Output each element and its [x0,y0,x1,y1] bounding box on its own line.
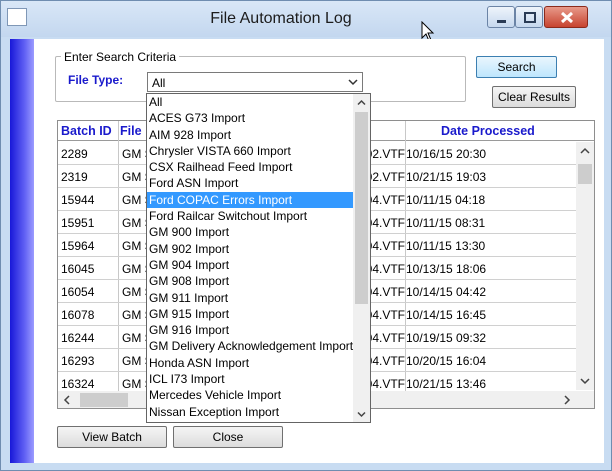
cell-batch-id: 16293 [61,354,95,368]
cell-batch-id: 16054 [61,285,95,299]
cell-date-processed: 10/14/15 16:45 [406,308,487,322]
cell-batch-id: 15951 [61,216,95,230]
dropdown-option[interactable]: All [147,94,353,110]
dropdown-option[interactable]: GM 915 Import [147,306,353,322]
grid-horizontal-scroll-thumb[interactable] [80,393,128,407]
column-header-date-processed[interactable]: Date Processed [441,124,571,138]
close-icon [560,11,574,24]
minimize-icon [497,20,506,23]
scroll-up-icon[interactable] [576,142,594,160]
scroll-down-icon[interactable] [576,372,594,390]
chevron-down-icon[interactable] [346,75,360,89]
close-button[interactable]: Close [173,426,283,448]
dropdown-option[interactable]: Chrysler VISTA 660 Import [147,143,353,159]
client-area: Enter Search Criteria File Type: All Sea… [10,39,604,463]
dropdown-option[interactable]: GM 911 Import [147,290,353,306]
dropdown-scroll-thumb[interactable] [355,112,368,304]
dropdown-option[interactable]: CSX Railhead Feed Import [147,159,353,175]
column-header-batch-id[interactable]: Batch ID [61,124,119,138]
dropdown-option[interactable]: GM 900 Import [147,224,353,240]
dropdown-option[interactable]: GM 904 Import [147,257,353,273]
cell-date-processed: 10/21/15 13:46 [406,377,487,391]
cell-batch-id: 16244 [61,331,95,345]
cell-date-processed: 10/11/15 13:30 [406,239,486,253]
maximize-button[interactable] [515,6,543,28]
dropdown-option[interactable]: Nissan Exception Import [147,404,353,420]
dropdown-options: All ACES G73 Import AIM 928 Import Chrysler… [147,94,353,420]
cell-date-processed: 10/13/15 18:06 [406,262,487,276]
scroll-left-icon[interactable] [58,391,76,409]
cell-batch-id: 16045 [61,262,95,276]
cell-date-processed: 10/20/15 16:04 [406,354,487,368]
dropdown-option[interactable]: Ford COPAC Errors Import [147,191,353,209]
cell-batch-id: 15964 [61,239,95,253]
file-type-select[interactable]: All [147,72,363,92]
clear-results-button[interactable]: Clear Results [492,86,576,108]
dropdown-option[interactable]: Ford Railcar Switchout Import [147,208,353,224]
cell-batch-id: 15944 [61,193,95,207]
dropdown-option[interactable]: GM 908 Import [147,273,353,289]
cell-batch-id: 16078 [61,308,95,322]
dropdown-option[interactable]: ICL I73 Import [147,371,353,387]
search-button[interactable]: Search [476,56,557,78]
dropdown-option[interactable]: Ford ASN Import [147,175,353,191]
scroll-up-icon[interactable] [353,94,370,112]
cell-batch-id: 16324 [61,377,95,391]
dropdown-option[interactable]: ACES G73 Import [147,110,353,126]
cell-batch-id: 2289 [61,147,88,161]
dropdown-option[interactable]: GM 916 Import [147,322,353,338]
file-type-selected-value: All [152,76,166,90]
grid-vertical-scrollbar[interactable] [576,142,594,390]
cell-date-processed: 10/19/15 09:32 [406,331,487,345]
app-window: File Automation Log Enter Search Criteri… [0,0,612,471]
file-type-dropdown-list[interactable]: All ACES G73 Import AIM 928 Import Chrysler… [146,93,371,423]
dropdown-option[interactable]: GM Delivery Acknowledgement Import [147,338,353,354]
minimize-button[interactable] [487,6,515,28]
cell-date-processed: 10/16/15 20:30 [406,147,487,161]
search-criteria-legend: Enter Search Criteria [61,50,180,64]
side-gradient-strip [10,39,34,463]
title-bar[interactable]: File Automation Log [1,1,611,42]
dropdown-scrollbar[interactable] [353,94,370,422]
grid-vertical-scroll-thumb[interactable] [578,164,592,184]
scroll-right-icon[interactable] [558,391,576,409]
dropdown-option[interactable]: GM 902 Import [147,241,353,257]
cell-date-processed: 10/21/15 19:03 [406,170,487,184]
close-window-button[interactable] [544,6,588,28]
dropdown-option[interactable]: Honda ASN Import [147,355,353,371]
maximize-icon [524,12,536,23]
cell-batch-id: 2319 [61,170,88,184]
window-title: File Automation Log [210,10,352,27]
dropdown-option[interactable]: Mercedes Vehicle Import [147,387,353,403]
dropdown-option[interactable]: AIM 928 Import [147,127,353,143]
cell-date-processed: 10/11/15 04:18 [406,193,486,207]
cell-date-processed: 10/11/15 08:31 [406,216,486,230]
scroll-down-icon[interactable] [353,405,370,423]
cell-date-processed: 10/14/15 04:42 [406,285,487,299]
scrollbar-corner [576,391,594,408]
view-batch-button[interactable]: View Batch [57,426,167,448]
file-type-label: File Type: [68,73,124,87]
